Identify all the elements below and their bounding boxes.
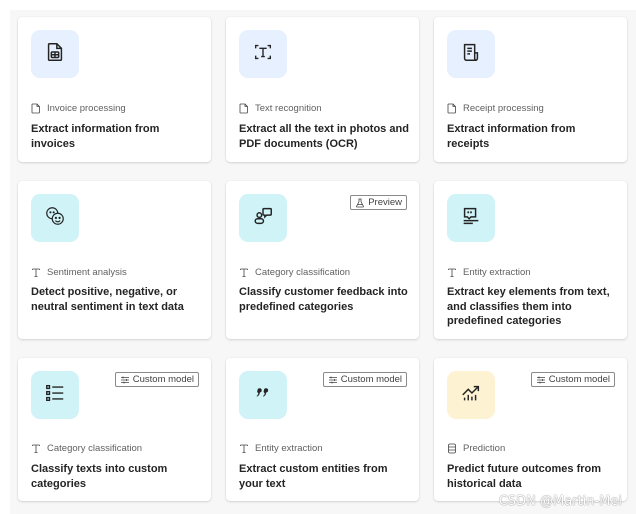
model-card[interactable]: Text recognition Extract all the text in…: [226, 17, 419, 162]
category-label: Prediction: [463, 443, 506, 454]
category-label: Text recognition: [255, 103, 322, 114]
invoice-icon: [44, 41, 66, 68]
card-category: Receipt processing: [447, 103, 544, 114]
document-icon: [239, 103, 249, 114]
category-label: Entity extraction: [255, 443, 323, 454]
card-title: Classify customer feedback into predefin…: [239, 286, 408, 313]
card-title: Extract all the text in photos and PDF d…: [239, 123, 409, 150]
custom-model-badge: Custom model: [114, 372, 199, 387]
card-icon-tile: [447, 30, 495, 78]
entity-icon: [460, 205, 482, 232]
custom-model-badge: Custom model: [530, 372, 615, 387]
model-card[interactable]: Custom model Entity extraction Extract c…: [226, 358, 419, 501]
document-icon: [447, 103, 457, 114]
text-icon: [447, 267, 457, 278]
card-category: Category classification: [239, 267, 350, 278]
custom-model-badge: Custom model: [322, 372, 407, 387]
badge-label: Preview: [368, 197, 402, 208]
model-card[interactable]: Custom model Category classification Cla…: [18, 358, 211, 501]
sliders-icon: [120, 375, 130, 385]
database-icon: [447, 443, 457, 454]
card-category: Category classification: [31, 443, 142, 454]
feedback-icon: [252, 205, 274, 232]
model-card[interactable]: Custom model Prediction Predict future o…: [434, 358, 627, 501]
sliders-icon: [536, 375, 546, 385]
text-recognition-icon: [252, 41, 274, 68]
watermark: CSDN @Martin-Mei: [498, 494, 622, 509]
card-title: Classify texts into custom categories: [31, 463, 168, 490]
card-icon-tile: [31, 371, 79, 419]
card-title: Extract key elements from text, and clas…: [447, 286, 610, 327]
category-label: Category classification: [47, 443, 143, 454]
quote-icon: [252, 382, 274, 409]
card-icon-tile: [239, 30, 287, 78]
text-icon: [31, 443, 41, 454]
receipt-icon: [460, 41, 482, 68]
document-icon: [31, 103, 41, 114]
model-card[interactable]: Entity extraction Extract key elements f…: [434, 181, 627, 339]
category-label: Receipt processing: [463, 103, 544, 114]
badge-label: Custom model: [548, 374, 610, 385]
card-title: Detect positive, negative, or neutral se…: [31, 286, 184, 313]
category-label: Entity extraction: [463, 267, 531, 278]
card-icon-tile: [31, 194, 79, 242]
card-category: Invoice processing: [31, 103, 126, 114]
text-icon: [239, 267, 249, 278]
sentiment-icon: [44, 205, 66, 232]
card-category: Prediction: [447, 443, 505, 454]
preview-badge: Preview: [350, 195, 407, 210]
card-title: Extract information from invoices: [31, 123, 160, 150]
badge-label: Custom model: [132, 374, 194, 385]
card-category: Sentiment analysis: [31, 267, 127, 278]
card-title: Extract information from receipts: [447, 123, 576, 150]
trend-chart-icon: [460, 382, 482, 409]
flask-icon: [355, 198, 365, 208]
card-icon-tile: [31, 30, 79, 78]
card-category: Text recognition: [239, 103, 322, 114]
model-card[interactable]: Sentiment analysis Detect positive, nega…: [18, 181, 211, 339]
category-label: Category classification: [255, 267, 351, 278]
text-icon: [31, 267, 41, 278]
card-title: Extract custom entities from your text: [239, 463, 388, 490]
category-label: Invoice processing: [47, 103, 126, 114]
card-title: Predict future outcomes from historical …: [447, 463, 602, 490]
category-label: Sentiment analysis: [47, 267, 127, 278]
list-icon: [44, 382, 66, 409]
card-icon-tile: [239, 194, 287, 242]
model-card[interactable]: Invoice processing Extract information f…: [18, 17, 211, 162]
badge-label: Custom model: [340, 374, 402, 385]
card-category: Entity extraction: [447, 267, 531, 278]
text-icon: [239, 443, 249, 454]
model-card[interactable]: Receipt processing Extract information f…: [434, 17, 627, 162]
card-icon-tile: [447, 371, 495, 419]
card-icon-tile: [447, 194, 495, 242]
model-card[interactable]: Preview Category classification Classify…: [226, 181, 419, 339]
sliders-icon: [328, 375, 338, 385]
card-icon-tile: [239, 371, 287, 419]
card-category: Entity extraction: [239, 443, 323, 454]
